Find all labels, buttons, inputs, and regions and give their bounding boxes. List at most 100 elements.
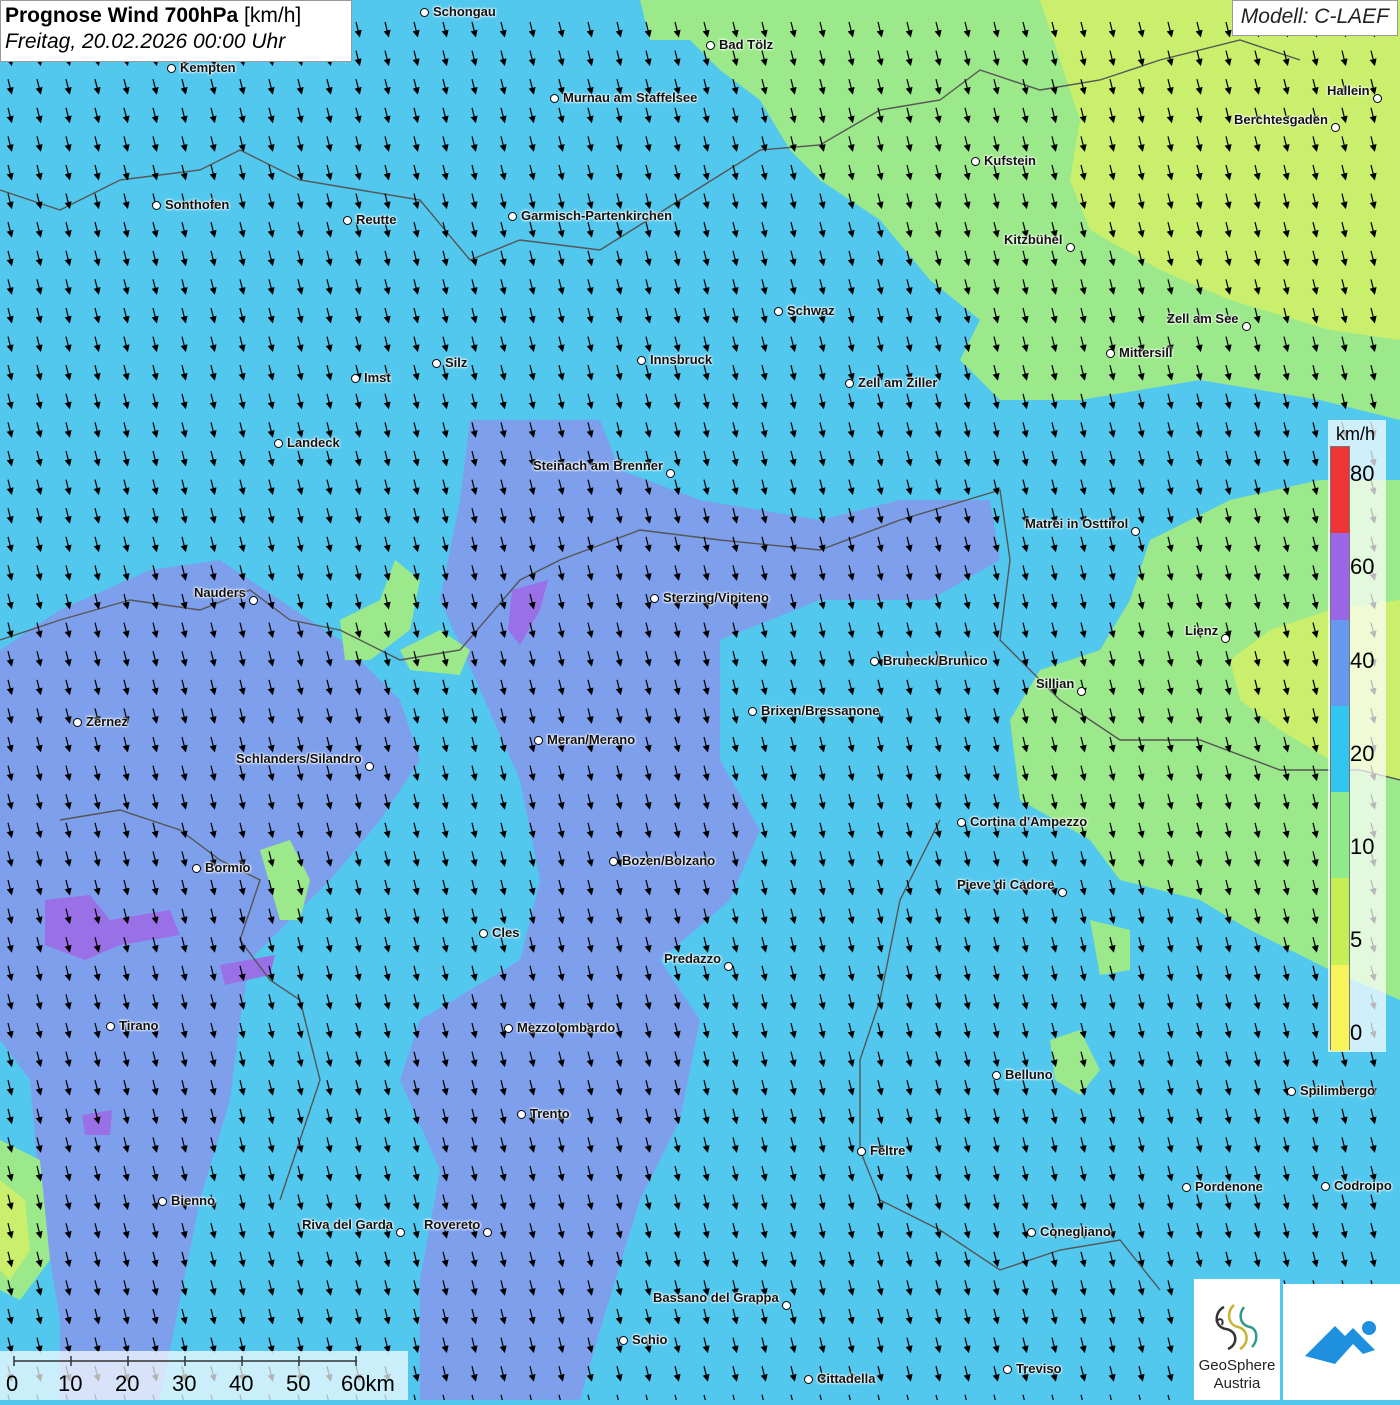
city-marker <box>1077 687 1086 696</box>
city-label: Feltre <box>870 1143 906 1158</box>
city-marker <box>396 1228 405 1237</box>
legend-tick-label: 40 <box>1350 647 1375 673</box>
city-marker <box>483 1228 492 1237</box>
city-marker <box>1331 123 1340 132</box>
legend-unit: km/h <box>1336 424 1376 444</box>
city-marker <box>1221 634 1230 643</box>
city-label: Zernez <box>86 714 128 729</box>
city-label: Codroipo <box>1334 1178 1392 1193</box>
city-label: Tirano <box>119 1018 159 1033</box>
city-label: Mezzolombardo <box>517 1020 616 1035</box>
city-label: Berchtesgaden <box>1234 112 1328 127</box>
city-marker <box>504 1024 513 1033</box>
city-marker <box>971 157 980 166</box>
city-marker <box>857 1147 866 1156</box>
scale-bar: 0 10 20 30 40 50 60km <box>0 1351 408 1400</box>
city-label: Lienz <box>1185 623 1219 638</box>
city-marker <box>479 929 488 938</box>
city-label: Kufstein <box>984 153 1036 168</box>
forecast-datetime: Freitag, 20.02.2026 00:00 Uhr <box>5 30 286 53</box>
city-label: Zell am See <box>1167 311 1239 326</box>
map-title-unit: [km/h] <box>238 4 302 27</box>
city-label: Innsbruck <box>650 352 713 367</box>
city-marker <box>432 359 441 368</box>
city-marker <box>152 201 161 210</box>
model-label: Modell: C-LAEF <box>1231 0 1398 36</box>
city-marker <box>992 1071 1001 1080</box>
city-marker <box>1242 322 1251 331</box>
city-label: Pieve di Cadore <box>957 877 1055 892</box>
city-marker <box>1066 243 1075 252</box>
legend-tick-label: 80 <box>1350 461 1375 487</box>
city-marker <box>534 736 543 745</box>
city-label: Rovereto <box>424 1217 481 1232</box>
city-marker <box>1182 1183 1191 1192</box>
city-marker <box>637 356 646 365</box>
city-label: Predazzo <box>664 951 722 966</box>
legend-tick-label: 0 <box>1350 1020 1363 1045</box>
city-marker <box>550 94 559 103</box>
city-label: Schlanders/Silandro <box>236 751 362 766</box>
legend-swatch <box>1331 533 1349 620</box>
city-label: Matrei in Osttirol <box>1025 516 1129 531</box>
city-marker <box>1131 527 1140 536</box>
city-label: Silz <box>445 355 468 370</box>
legend-color-bar <box>1330 446 1350 1051</box>
city-label: Spilimbergo <box>1300 1083 1376 1098</box>
city-marker <box>517 1110 526 1119</box>
geosphere-logo[interactable]: GeoSphere Austria <box>1194 1279 1280 1400</box>
city-label: Trento <box>530 1106 570 1121</box>
legend-swatch <box>1331 964 1349 1051</box>
legend-tick-label: 20 <box>1350 740 1375 766</box>
city-marker <box>508 212 517 221</box>
city-label: Brixen/Bressanone <box>761 703 880 718</box>
city-label: Bad Tölz <box>719 37 774 52</box>
city-marker <box>609 857 618 866</box>
city-label: Pordenone <box>1195 1179 1263 1194</box>
city-label: Kitzbühel <box>1004 232 1063 247</box>
city-label: Bruneck/Brunico <box>883 653 988 668</box>
weather-app-logo[interactable] <box>1283 1284 1400 1400</box>
city-marker <box>619 1336 628 1345</box>
city-marker <box>274 439 283 448</box>
scale-label-20: 20 <box>115 1371 140 1396</box>
city-label: Bienno <box>171 1193 216 1208</box>
legend-tick-label: 10 <box>1350 833 1375 859</box>
legend-swatch <box>1331 792 1349 879</box>
city-label: Steinach am Brenner <box>533 458 664 473</box>
city-marker <box>158 1197 167 1206</box>
city-label: Cittadella <box>817 1371 876 1386</box>
city-marker <box>666 469 675 478</box>
city-label: Riva del Garda <box>302 1217 394 1232</box>
city-label: Schio <box>632 1332 668 1347</box>
city-label: Nauders <box>194 585 247 600</box>
city-marker <box>1287 1087 1296 1096</box>
city-marker <box>106 1022 115 1031</box>
city-marker <box>1106 349 1115 358</box>
city-label: Sonthofen <box>165 197 230 212</box>
city-label: Zell am Ziller <box>858 375 938 390</box>
city-label: Sillian <box>1036 676 1075 691</box>
city-marker <box>804 1375 813 1384</box>
city-marker <box>724 962 733 971</box>
city-marker <box>1373 94 1382 103</box>
city-marker <box>1058 888 1067 897</box>
city-marker <box>957 818 966 827</box>
scale-label-10: 10 <box>58 1371 83 1396</box>
legend-swatch <box>1331 447 1349 534</box>
map-title: Prognose Wind 700hPa [km/h] <box>5 4 347 28</box>
city-label: Bormio <box>205 860 251 875</box>
city-marker <box>365 762 374 771</box>
city-marker <box>774 307 783 316</box>
city-label: Meran/Merano <box>547 732 636 747</box>
austria-logo-text: Austria <box>1213 1375 1261 1392</box>
city-marker <box>870 657 879 666</box>
city-marker <box>351 374 360 383</box>
scale-label-30: 30 <box>172 1371 197 1396</box>
city-marker <box>420 8 429 17</box>
mountain-logo-icon <box>1305 1321 1376 1364</box>
city-label: Garmisch-Partenkirchen <box>521 208 673 223</box>
city-label: Murnau am Staffelsee <box>563 90 698 105</box>
city-label: Treviso <box>1016 1361 1062 1376</box>
city-marker <box>650 594 659 603</box>
